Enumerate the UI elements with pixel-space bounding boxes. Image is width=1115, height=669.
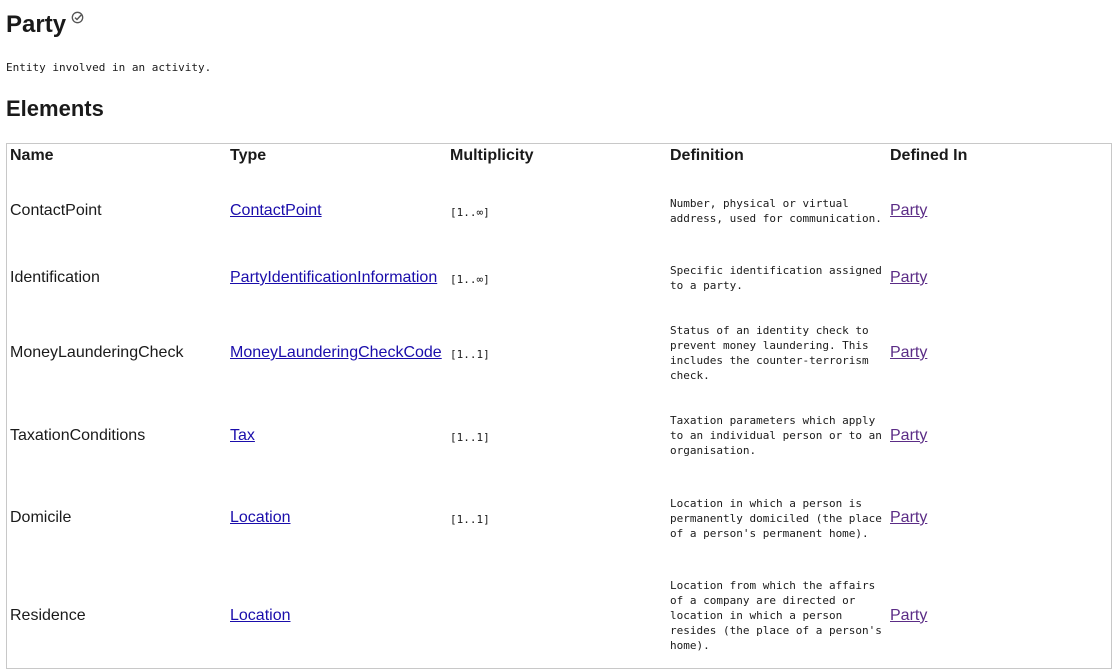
cell-name: Residence <box>10 606 86 624</box>
cell-type: ContactPoint <box>227 173 447 248</box>
cell-name: Identification <box>10 269 100 286</box>
type-link[interactable]: Location <box>230 607 291 624</box>
header-definition: Definition <box>670 147 744 164</box>
table-row: TaxationConditions Tax [1..1] Taxation p… <box>7 398 1111 473</box>
page-title: Party <box>6 11 84 39</box>
table-row: ContactPoint ContactPoint [1..∞] Number,… <box>7 173 1111 248</box>
cell-definition: Specific identification assigned to a pa… <box>670 264 882 292</box>
cell-multiplicity: [1..∞] <box>450 273 490 286</box>
defined-in-link[interactable]: Party <box>890 344 927 361</box>
type-link[interactable]: PartyIdentificationInformation <box>230 269 437 286</box>
type-link[interactable]: ContactPoint <box>230 202 322 219</box>
table-row: Identification PartyIdentificationInform… <box>7 248 1111 308</box>
header-defined-in: Defined In <box>890 147 968 164</box>
cell-defined-in: Party <box>887 248 1111 308</box>
cell-type: Location <box>227 473 447 563</box>
cell-defined-in: Party <box>887 398 1111 473</box>
header-multiplicity: Multiplicity <box>450 147 534 164</box>
cell-definition: Location from which the affairs of a com… <box>670 579 882 652</box>
cell-name: Domicile <box>10 509 72 526</box>
page-description: Entity involved in an activity. <box>6 61 212 74</box>
cell-name: MoneyLaunderingCheck <box>10 344 184 361</box>
cell-defined-in: Party <box>887 473 1111 563</box>
cell-type: MoneyLaunderingCheckCode <box>227 308 447 398</box>
cell-multiplicity: [1..1] <box>450 348 490 361</box>
header-name: Name <box>10 147 54 164</box>
cell-definition: Taxation parameters which apply to an in… <box>670 414 882 457</box>
section-title-elements: Elements <box>6 96 104 121</box>
cell-multiplicity: [1..∞] <box>450 205 490 219</box>
check-circle-icon <box>71 11 84 24</box>
cell-name: ContactPoint <box>10 201 102 219</box>
table-header-row: Name Type Multiplicity Definition Define… <box>7 144 1111 173</box>
cell-type: Tax <box>227 398 447 473</box>
defined-in-link[interactable]: Party <box>890 427 927 444</box>
page-title-text: Party <box>6 11 67 38</box>
elements-table: Name Type Multiplicity Definition Define… <box>6 143 1112 669</box>
cell-defined-in: Party <box>887 173 1111 248</box>
cell-name: TaxationConditions <box>10 426 146 444</box>
cell-type: PartyIdentificationInformation <box>227 248 447 308</box>
cell-multiplicity: [1..1] <box>450 513 490 526</box>
cell-type: Location <box>227 563 447 668</box>
table-row: Domicile Location [1..1] Location in whi… <box>7 473 1111 563</box>
cell-multiplicity <box>447 563 667 668</box>
defined-in-link[interactable]: Party <box>890 269 927 286</box>
cell-multiplicity: [1..1] <box>450 430 490 444</box>
cell-defined-in: Party <box>887 308 1111 398</box>
table-row: MoneyLaunderingCheck MoneyLaunderingChec… <box>7 308 1111 398</box>
cell-defined-in: Party <box>887 563 1111 668</box>
header-type: Type <box>230 147 267 164</box>
type-link[interactable]: MoneyLaunderingCheckCode <box>230 344 442 361</box>
type-link[interactable]: Tax <box>230 427 255 444</box>
cell-definition: Number, physical or virtual address, use… <box>670 196 882 225</box>
defined-in-link[interactable]: Party <box>890 607 927 624</box>
table-row: Residence Location Location from which t… <box>7 563 1111 668</box>
defined-in-link[interactable]: Party <box>890 509 927 526</box>
type-link[interactable]: Location <box>230 509 291 526</box>
defined-in-link[interactable]: Party <box>890 202 927 219</box>
cell-definition: Location in which a person is permanentl… <box>670 496 882 540</box>
cell-definition: Status of an identity check to prevent m… <box>670 324 869 382</box>
